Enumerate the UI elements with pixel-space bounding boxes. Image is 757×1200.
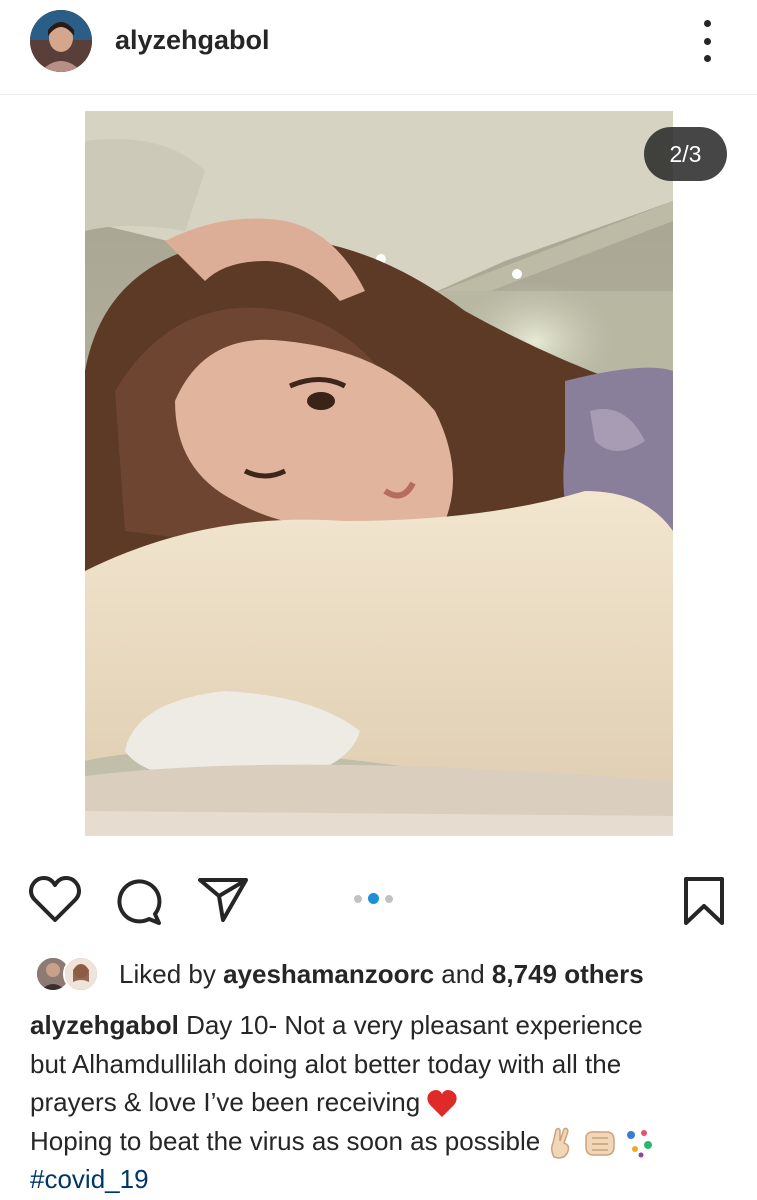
likes-and: and xyxy=(441,958,485,989)
carousel-dot[interactable] xyxy=(385,894,393,903)
bookmark-icon[interactable] xyxy=(683,876,725,926)
caption-line-2: but Alhamdullilah doing alot better toda… xyxy=(30,1048,622,1079)
heart-icon[interactable] xyxy=(29,876,81,924)
carousel-dot[interactable] xyxy=(354,894,362,903)
liker-avatars[interactable] xyxy=(35,954,107,994)
comment-icon[interactable] xyxy=(113,876,163,926)
likes-prefix: Liked by xyxy=(119,958,216,989)
carousel-dot-active[interactable] xyxy=(368,893,379,904)
image-counter: 2/3 xyxy=(644,127,727,181)
liked-by-user[interactable]: ayeshamanzoorc xyxy=(223,959,434,990)
caption-line-1: Day 10- Not a very pleasant experience xyxy=(186,1010,643,1040)
red-heart-emoji xyxy=(427,1090,457,1118)
crossed-fingers-emoji xyxy=(551,1127,570,1159)
liker-avatar[interactable] xyxy=(63,956,99,992)
post-header: alyzehgabol xyxy=(0,0,757,95)
caption-username[interactable]: alyzehgabol xyxy=(30,1010,179,1040)
caption-line-4: Hoping to beat the virus as soon as poss… xyxy=(30,1125,541,1156)
caption-line-3: prayers & love I’ve been receiving xyxy=(30,1087,421,1117)
more-options-icon[interactable] xyxy=(694,20,720,62)
post-username[interactable]: alyzehgabol xyxy=(115,25,270,56)
likes-row: Liked by ayeshamanzoorc and 8,749 others xyxy=(35,952,644,996)
hashtag-link[interactable]: #covid_19 xyxy=(30,1164,149,1194)
post-caption: alyzehgabol Day 10- Not a very pleasant … xyxy=(30,1006,740,1199)
post-photo[interactable] xyxy=(85,111,673,836)
share-icon[interactable] xyxy=(197,876,249,924)
likes-count[interactable]: 8,749 others xyxy=(492,959,644,990)
carousel-indicator xyxy=(354,893,393,904)
profile-avatar[interactable] xyxy=(30,10,92,72)
sparkles-emoji xyxy=(627,1129,653,1158)
fist-bump-emoji xyxy=(585,1130,615,1156)
